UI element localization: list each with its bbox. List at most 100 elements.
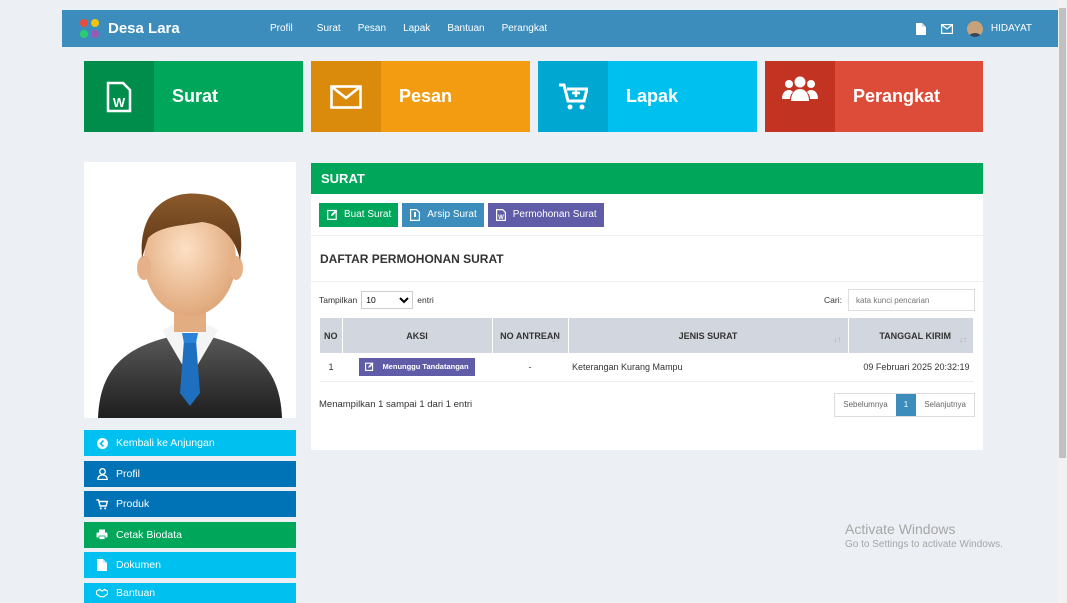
button-label: Arsip Surat (427, 209, 477, 220)
column-header-no-antrean[interactable]: NO ANTREAN ↓↑ (492, 318, 569, 353)
section-title: DAFTAR PERMOHONAN SURAT (311, 236, 983, 282)
column-header-jenis-surat[interactable]: JENIS SURAT ↓↑ (568, 318, 849, 353)
pagination: Sebelumnya 1 Selanjutnya (834, 392, 975, 417)
svg-text:W: W (498, 215, 504, 221)
handshake-icon (96, 587, 108, 599)
sort-icon: ↓↑ (959, 335, 967, 344)
nav-item-profil[interactable]: Profil (270, 23, 293, 34)
document-icon (96, 559, 108, 571)
sidebar-item-label: Cetak Biodata (116, 528, 182, 541)
request-table: NO AKSI NO ANTREAN ↓↑ JENIS SURAT ↓↑ TANGG… (320, 318, 974, 382)
printer-icon (96, 529, 108, 541)
cell-tanggal-kirim: 09 Februari 2025 20:32:19 (848, 353, 974, 382)
brand[interactable]: Desa Lara (80, 18, 270, 39)
entries-per-page-select[interactable]: 10 (361, 291, 414, 309)
user-icon (96, 467, 108, 480)
search-label: Cari: (824, 295, 842, 305)
panel-title: SURAT (311, 163, 983, 194)
svg-text:W: W (113, 95, 126, 110)
table-info: Menampilkan 1 sampai 1 dari 1 entri (319, 399, 473, 410)
sidebar-item-kembali[interactable]: Kembali ke Anjungan (84, 430, 296, 456)
permohonan-surat-button[interactable]: W Permohonan Surat (487, 202, 604, 227)
pagination-previous[interactable]: Sebelumnya (835, 394, 895, 416)
sidebar-item-dokumen[interactable]: Dokumen (84, 552, 296, 578)
nav-item-perangkat[interactable]: Perangkat (502, 23, 548, 34)
windows-activation-watermark: Activate Windows Go to Settings to activ… (845, 521, 1003, 550)
buat-surat-button[interactable]: Buat Surat (319, 202, 399, 227)
pagination-page-1[interactable]: 1 (895, 393, 917, 416)
tile-surat[interactable]: W Surat (84, 61, 303, 132)
scrollbar-thumb[interactable] (1059, 8, 1066, 458)
table-row: 1 Menunggu Tandatangan - Keterangan Kura… (320, 353, 974, 382)
village-logo-icon (80, 18, 100, 39)
action-buttons: Buat Surat Arsip Surat W Permohonan Sura… (311, 194, 983, 236)
button-label: Buat Surat (344, 209, 392, 220)
tile-label: Perangkat (853, 86, 941, 106)
nav-item-pesan[interactable]: Pesan (358, 23, 386, 34)
nav-item-bantuan[interactable]: Bantuan (447, 23, 484, 34)
show-entries-label: Tampilkan (319, 295, 358, 305)
person-avatar-icon (98, 193, 282, 418)
cart-plus-icon (538, 61, 608, 132)
nav-item-surat[interactable]: Surat (317, 23, 341, 34)
circle-arrow-left-icon (96, 437, 108, 449)
entries-suffix: entri (417, 295, 434, 305)
cell-aksi: Menunggu Tandatangan (342, 353, 492, 382)
avatar (966, 20, 983, 37)
tile-label: Pesan (399, 86, 453, 106)
user-menu[interactable]: HIDAYAT (966, 20, 1032, 37)
sidebar-item-label: Profil (116, 467, 140, 480)
sidebar-item-produk[interactable]: Produk (84, 491, 296, 517)
scrollbar[interactable] (1058, 0, 1067, 603)
envelope-icon[interactable] (940, 23, 953, 35)
top-navbar: Desa Lara Profil Surat Pesan Lapak Bantu… (62, 10, 1058, 47)
nav-item-lapak[interactable]: Lapak (403, 23, 430, 34)
user-name: HIDAYAT (990, 23, 1032, 34)
document-icon[interactable] (915, 22, 927, 35)
cell-no: 1 (320, 353, 342, 382)
sidebar-item-profil[interactable]: Profil (84, 460, 296, 487)
surat-panel: SURAT Buat Surat Arsip Surat W Permohona… (311, 163, 983, 450)
sort-icon: ↓↑ (833, 335, 842, 344)
brand-name: Desa Lara (108, 20, 180, 37)
profile-picture (84, 162, 296, 418)
edit-icon (326, 209, 338, 221)
table-controls: Tampilkan 10 entri Cari: (311, 282, 983, 318)
sidebar-item-label: Kembali ke Anjungan (116, 437, 215, 449)
button-label: Permohonan Surat (512, 209, 597, 220)
tile-label: Surat (172, 86, 219, 106)
table-footer: Menampilkan 1 sampai 1 dari 1 entri Sebe… (311, 392, 983, 417)
navbar-right: HIDAYAT (915, 20, 1032, 37)
cell-antrean: - (492, 353, 568, 382)
watermark-subtitle: Go to Settings to activate Windows. (845, 539, 1003, 550)
word-file-icon: W (495, 208, 507, 221)
search-input[interactable] (848, 289, 975, 311)
column-header-label: JENIS SURAT (678, 330, 738, 341)
column-header-no[interactable]: NO (320, 318, 343, 353)
search-area: Cari: (824, 289, 975, 311)
button-label: Menunggu Tandatangan (382, 362, 469, 372)
cart-icon (96, 498, 108, 510)
sidebar-item-label: Dokumen (116, 559, 161, 571)
sort-icon: ↓↑ (551, 335, 560, 344)
watermark-title: Activate Windows (845, 521, 956, 537)
word-file-icon: W (84, 61, 154, 132)
column-header-aksi[interactable]: AKSI (342, 318, 493, 353)
column-header-label: TANGGAL KIRIM (879, 330, 951, 341)
envelope-icon (311, 61, 381, 132)
users-icon (765, 61, 835, 132)
sidebar-item-bantuan[interactable]: Bantuan (84, 582, 296, 603)
arsip-surat-button[interactable]: Arsip Surat (402, 202, 484, 227)
tile-pesan[interactable]: Pesan (311, 61, 530, 132)
nav-menu: Profil Surat Pesan Lapak Bantuan Perangk… (270, 23, 564, 34)
column-header-tanggal-kirim[interactable]: TANGGAL KIRIM ↓↑ (848, 318, 974, 353)
sidebar-item-cetak-biodata[interactable]: Cetak Biodata (84, 521, 296, 548)
archive-file-icon (409, 208, 421, 221)
tile-label: Lapak (626, 86, 679, 106)
pagination-next[interactable]: Selanjutnya (916, 394, 974, 416)
menunggu-tandatangan-button[interactable]: Menunggu Tandatangan (359, 357, 475, 376)
tile-perangkat[interactable]: Perangkat (765, 61, 983, 132)
edit-icon (365, 362, 374, 372)
sidebar-item-label: Bantuan (116, 586, 156, 599)
tile-lapak[interactable]: Lapak (538, 61, 757, 132)
